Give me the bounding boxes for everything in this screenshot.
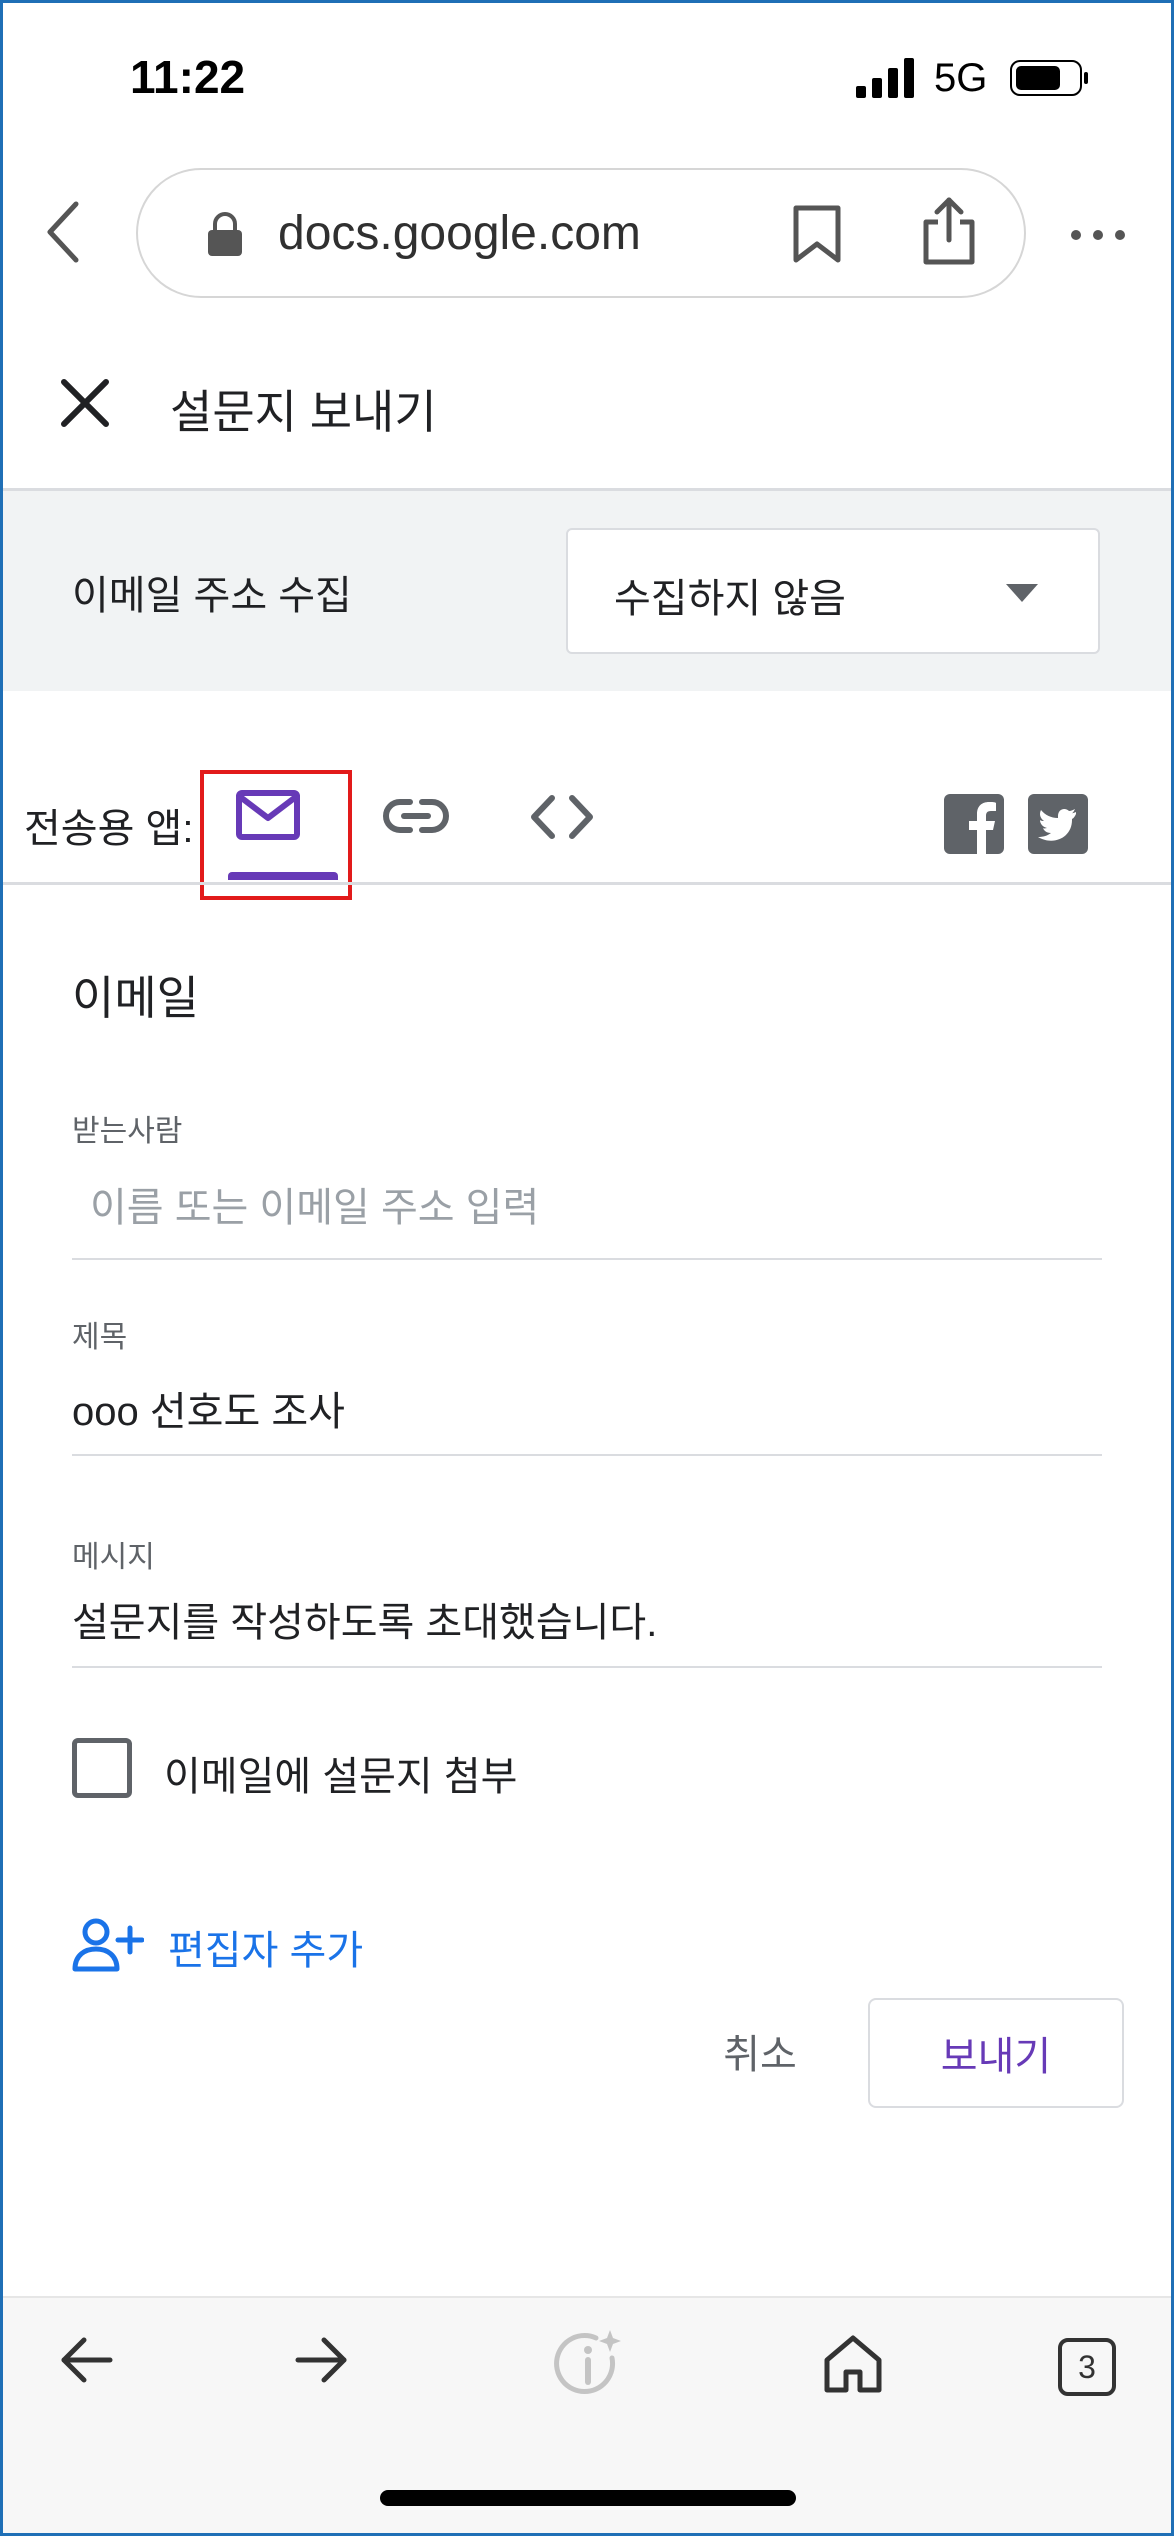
message-field-label: 메시지 bbox=[72, 1541, 155, 1574]
dropdown-caret-icon[interactable] bbox=[1006, 584, 1038, 602]
subject-input[interactable] bbox=[72, 1380, 1102, 1456]
browser-back-chevron-icon[interactable] bbox=[44, 200, 84, 264]
person-add-icon bbox=[72, 1918, 144, 1972]
url-text[interactable]: docs.google.com bbox=[278, 206, 641, 261]
status-time: 11:22 bbox=[130, 51, 246, 103]
forward-arrow-icon[interactable] bbox=[294, 2334, 348, 2386]
dialog-title: 설문지 보내기 bbox=[170, 386, 437, 438]
email-section-title: 이메일 bbox=[72, 972, 199, 1024]
cellular-signal-icon bbox=[856, 58, 914, 98]
page-info-icon[interactable] bbox=[552, 2328, 624, 2400]
collect-email-label: 이메일 주소 수집 bbox=[72, 574, 352, 618]
send-button[interactable]: 보내기 bbox=[868, 1998, 1124, 2108]
to-field-label: 받는사람 bbox=[72, 1115, 183, 1148]
collect-email-selected-value[interactable]: 수집하지 않음 bbox=[614, 566, 846, 624]
subject-field-label: 제목 bbox=[72, 1321, 128, 1354]
lock-icon bbox=[208, 212, 242, 256]
close-icon[interactable] bbox=[60, 378, 110, 428]
active-tab-indicator bbox=[228, 872, 338, 880]
send-via-label: 전송용 앱: bbox=[24, 807, 194, 851]
message-input[interactable] bbox=[72, 1590, 1102, 1668]
add-editors-link[interactable]: 편집자 추가 bbox=[72, 1912, 412, 1984]
share-icon[interactable] bbox=[920, 196, 978, 266]
bookmark-icon[interactable] bbox=[790, 204, 844, 264]
mail-icon[interactable] bbox=[236, 790, 300, 840]
attach-form-checkbox-label[interactable]: 이메일에 설문지 첨부 bbox=[164, 1744, 517, 1802]
to-input[interactable] bbox=[72, 1176, 1102, 1260]
embed-code-icon[interactable] bbox=[530, 794, 594, 840]
home-icon[interactable] bbox=[822, 2334, 884, 2394]
link-icon[interactable] bbox=[382, 796, 450, 836]
attach-form-checkbox[interactable] bbox=[72, 1738, 132, 1798]
home-indicator[interactable] bbox=[380, 2490, 796, 2506]
tabs-count-button[interactable]: 3 bbox=[1058, 2338, 1116, 2396]
cancel-button[interactable]: 취소 bbox=[700, 2002, 820, 2100]
back-arrow-icon[interactable] bbox=[60, 2334, 114, 2386]
facebook-icon[interactable] bbox=[944, 794, 1004, 854]
tabs-divider bbox=[0, 882, 1174, 885]
network-type: 5G bbox=[934, 56, 988, 100]
more-options-icon[interactable] bbox=[1068, 220, 1128, 250]
twitter-icon[interactable] bbox=[1028, 794, 1088, 854]
add-editors-label[interactable]: 편집자 추가 bbox=[168, 1918, 363, 1976]
battery-icon bbox=[1010, 60, 1088, 96]
